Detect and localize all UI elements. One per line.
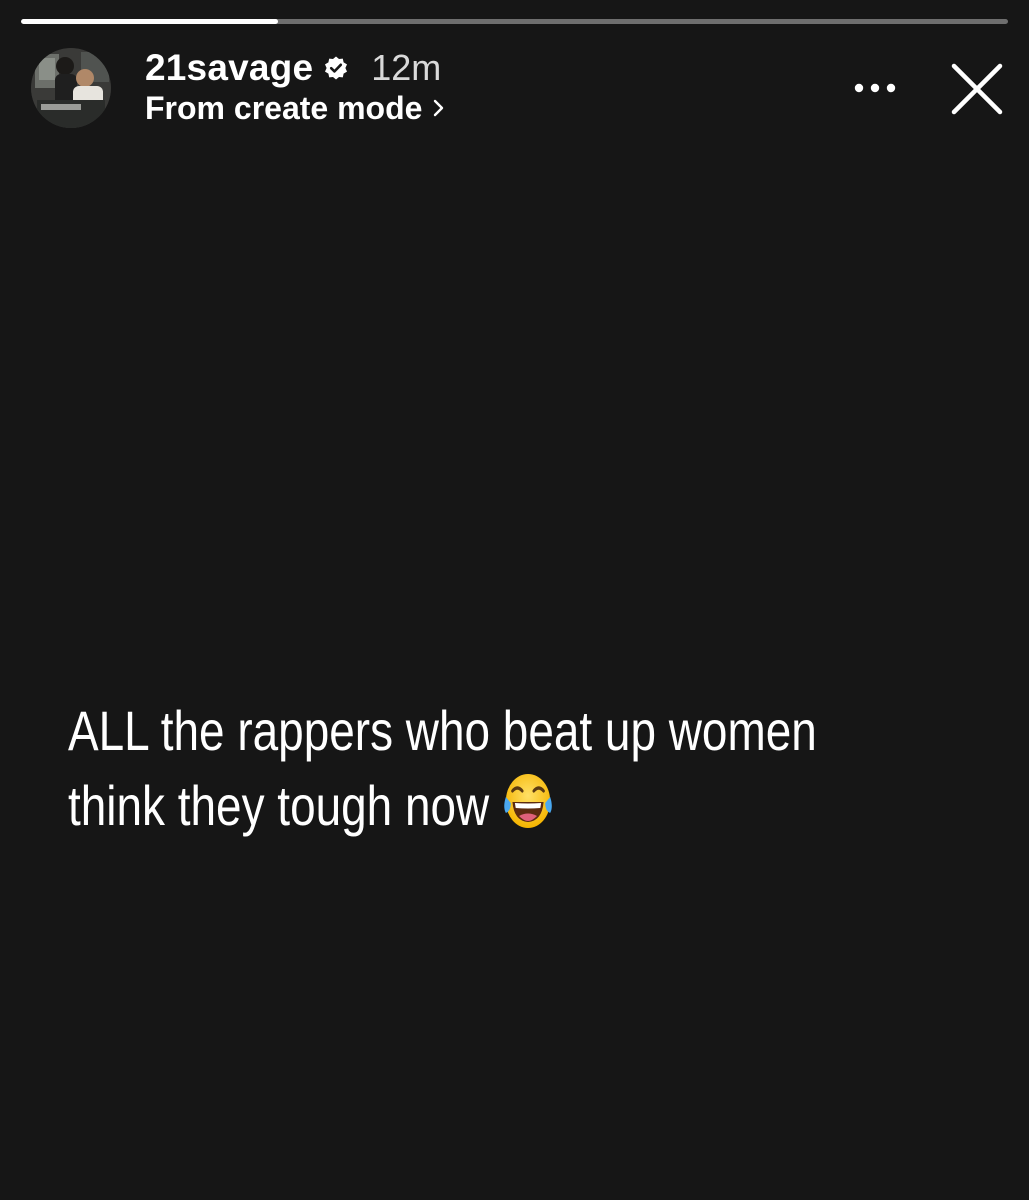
story-timestamp: 12m	[371, 47, 442, 88]
story-text-line-content: think they tough now	[68, 774, 490, 837]
chevron-right-icon	[434, 99, 444, 117]
story-viewer: { "story": { "progress": 0.26, "username…	[0, 0, 1029, 1200]
create-mode-link[interactable]: From create mode	[145, 88, 446, 128]
verified-badge-icon	[325, 56, 348, 80]
username[interactable]: 21savage	[145, 47, 313, 89]
story-text: ALL the rappers who beat up women think …	[68, 693, 817, 843]
story-progress-bar	[21, 19, 1008, 24]
profile-photo-icon	[31, 48, 111, 128]
story-progress-fill	[21, 19, 278, 24]
laughing-crying-emoji-icon	[503, 774, 552, 828]
create-mode-label: From create mode	[145, 89, 423, 126]
close-icon	[951, 63, 1003, 115]
story-header: 21savage 12m	[145, 45, 441, 91]
avatar[interactable]	[31, 48, 111, 128]
story-text-line-2: think they tough now	[68, 768, 806, 843]
more-options-button[interactable]	[850, 68, 900, 108]
more-options-icon	[854, 83, 896, 93]
story-text-line: ALL the rappers who beat up women	[68, 699, 817, 762]
close-button[interactable]	[946, 58, 1008, 120]
